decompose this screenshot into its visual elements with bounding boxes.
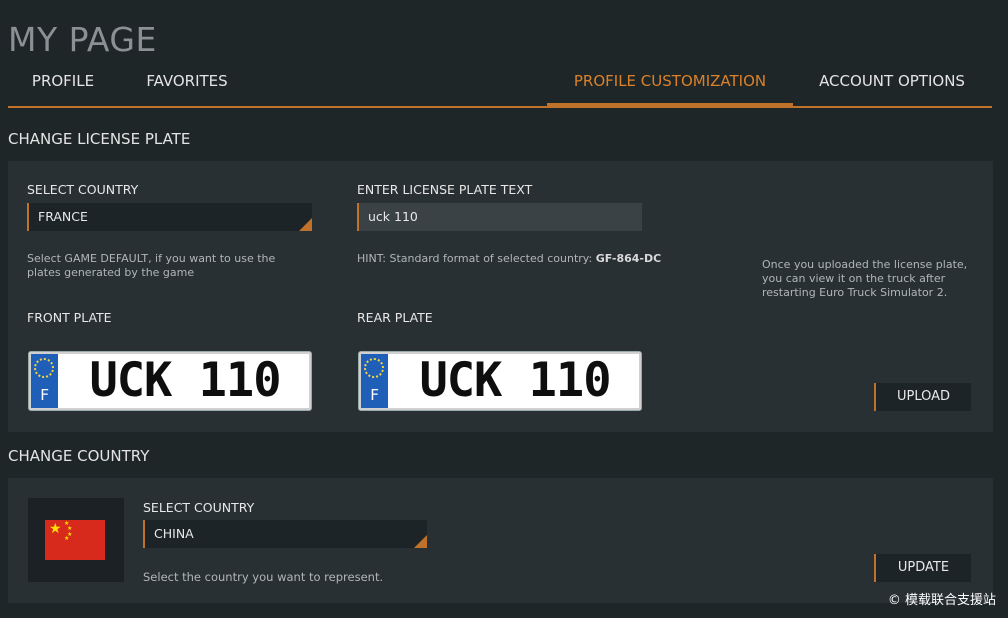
tab-underline <box>8 106 992 108</box>
plate-country-letter: F <box>369 386 380 404</box>
dropdown-arrow-icon <box>299 218 312 231</box>
watermark: © 模载联合支援站 <box>887 593 996 608</box>
flag-star-icon: ★ <box>49 521 62 537</box>
license-plate-panel: SELECT COUNTRY FRANCE Select GAME DEFAUL… <box>8 161 993 432</box>
eu-band: F <box>361 354 388 408</box>
rear-plate-label: REAR PLATE <box>357 310 433 325</box>
upload-info-text: Once you uploaded the license plate, you… <box>762 258 968 299</box>
plate-format-hint: HINT: Standard format of selected countr… <box>357 252 687 266</box>
eu-stars-icon <box>34 358 54 378</box>
update-button[interactable]: UPDATE <box>874 554 971 582</box>
dropdown-arrow-icon <box>414 535 427 548</box>
china-flag-icon: ★ ★ ★ ★ ★ <box>45 520 105 560</box>
tab-profile-customization[interactable]: PROFILE CUSTOMIZATION <box>547 60 793 106</box>
plate-text-label: ENTER LICENSE PLATE TEXT <box>357 182 533 197</box>
country-select-label: SELECT COUNTRY <box>143 500 255 515</box>
front-plate-label: FRONT PLATE <box>27 310 112 325</box>
active-tab-indicator <box>547 103 793 108</box>
upload-button[interactable]: UPLOAD <box>874 383 971 411</box>
tab-profile[interactable]: PROFILE <box>8 60 118 106</box>
plate-country-value: FRANCE <box>38 209 88 224</box>
rear-plate-preview: F UCK 110 <box>358 351 642 411</box>
plate-country-select[interactable]: FRANCE <box>27 203 312 231</box>
flag-container: ★ ★ ★ ★ ★ <box>28 498 124 582</box>
tab-account-options[interactable]: ACCOUNT OPTIONS <box>803 60 981 106</box>
country-select[interactable]: CHINA <box>143 520 427 548</box>
plate-format-example: GF-864-DC <box>595 252 662 265</box>
page-title: MY PAGE <box>8 20 157 59</box>
plate-country-label: SELECT COUNTRY <box>27 182 139 197</box>
front-plate-text: UCK 110 <box>89 353 281 408</box>
plate-country-letter: F <box>39 386 50 404</box>
flag-star-icon: ★ <box>64 535 70 542</box>
tab-bar: PROFILE FAVORITES PROFILE CUSTOMIZATION … <box>8 60 992 108</box>
rear-plate-text: UCK 110 <box>419 353 611 408</box>
tab-favorites[interactable]: FAVORITES <box>130 60 244 106</box>
country-hint: Select the country you want to represent… <box>143 570 384 584</box>
plate-text-input[interactable]: uck 110 <box>357 203 642 231</box>
eu-stars-icon <box>364 358 384 378</box>
country-panel: ★ ★ ★ ★ ★ SELECT COUNTRY CHINA Select th… <box>8 478 993 603</box>
country-section-title: CHANGE COUNTRY <box>8 447 150 465</box>
front-plate-preview: F UCK 110 <box>28 351 312 411</box>
eu-band: F <box>31 354 58 408</box>
plate-country-hint: Select GAME DEFAULT, if you want to use … <box>27 252 276 279</box>
plate-text-value: uck 110 <box>368 209 418 224</box>
plate-format-hint-text: HINT: Standard format of selected countr… <box>357 252 596 265</box>
license-section-title: CHANGE LICENSE PLATE <box>8 130 191 148</box>
country-select-value: CHINA <box>154 526 194 541</box>
